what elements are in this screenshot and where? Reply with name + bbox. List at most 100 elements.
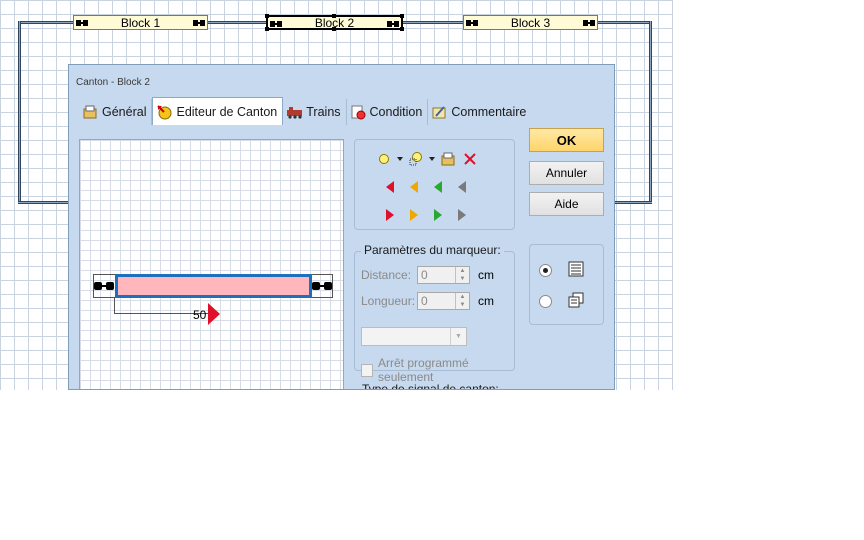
- tab-general[interactable]: Général: [79, 99, 153, 125]
- dialog-title[interactable]: Canton - Block 2: [69, 65, 614, 95]
- distance-value: 0: [421, 268, 428, 282]
- tab-label: Général: [102, 105, 147, 119]
- marker-params-legend: Paramètres du marqueur:: [361, 243, 504, 257]
- track-between-2-3: [402, 21, 464, 24]
- list-view-icon: [568, 261, 584, 280]
- track-bottom-left: [18, 201, 70, 204]
- length-value: 0: [421, 294, 428, 308]
- orange-left-arrow-icon[interactable]: [403, 177, 425, 197]
- spin-down-icon[interactable]: ▼: [456, 301, 469, 309]
- length-unit: cm: [478, 294, 494, 308]
- tool-row-top: [373, 149, 481, 169]
- selection-handle[interactable]: [265, 27, 269, 31]
- length-label: Longueur:: [361, 294, 416, 308]
- view-list-radio[interactable]: [539, 264, 552, 277]
- circle-marker-icon[interactable]: [373, 149, 395, 169]
- view-copies-radio[interactable]: [539, 295, 552, 308]
- marker-flag-icon[interactable]: [208, 303, 220, 328]
- condition-icon: [350, 104, 366, 120]
- track-bottom-right: [614, 201, 652, 204]
- canton-editor-canvas[interactable]: 50: [79, 139, 344, 389]
- spin-down-icon[interactable]: ▼: [456, 275, 469, 283]
- view-copies-option[interactable]: [539, 292, 584, 311]
- selection-handle[interactable]: [332, 27, 336, 31]
- chevron-down-icon[interactable]: [427, 149, 437, 169]
- red-left-arrow-icon[interactable]: [379, 177, 401, 197]
- spin-up-icon[interactable]: ▲: [456, 267, 469, 275]
- tool-row-left-arrows: [379, 177, 473, 197]
- tab-canton-editor[interactable]: Editeur de Canton: [152, 97, 284, 125]
- view-mode-group: [529, 244, 604, 325]
- signal-type-legend: Type de signal de canton:: [359, 382, 502, 389]
- block-1[interactable]: Block 1: [73, 15, 208, 30]
- track-between-1-2: [207, 21, 267, 24]
- select-marker-icon[interactable]: [405, 149, 427, 169]
- distance-spinner[interactable]: 0 ▲ ▼: [417, 266, 470, 284]
- view-list-option[interactable]: [539, 261, 584, 280]
- green-right-arrow-icon[interactable]: [427, 205, 449, 225]
- marker-type-combo[interactable]: ▼: [361, 327, 467, 346]
- canton-bar[interactable]: [115, 274, 312, 298]
- delete-icon[interactable]: [459, 149, 481, 169]
- distance-row: Distance: 0 ▲ ▼ cm: [361, 266, 494, 284]
- gray-right-arrow-icon[interactable]: [451, 205, 473, 225]
- block-2[interactable]: Block 2: [265, 14, 404, 31]
- properties-icon[interactable]: [437, 149, 459, 169]
- tab-condition[interactable]: Condition: [347, 99, 429, 125]
- copies-view-icon: [568, 292, 584, 311]
- tab-strip: Général Editeur de Canton Trains Conditi…: [79, 97, 531, 125]
- length-row: Longueur: 0 ▲ ▼ cm: [361, 292, 494, 310]
- block-3[interactable]: Block 3: [463, 15, 598, 30]
- tab-label: Commentaire: [451, 105, 527, 119]
- trains-icon: [286, 104, 303, 120]
- selection-handle[interactable]: [400, 14, 404, 18]
- track-right-vertical: [649, 21, 652, 204]
- connector-icon: [192, 17, 206, 28]
- red-right-arrow-icon[interactable]: [379, 205, 401, 225]
- chevron-down-icon[interactable]: ▼: [450, 328, 466, 345]
- tool-row-right-arrows: [379, 205, 473, 225]
- scheduled-stop-row[interactable]: Arrêt programmé seulement: [361, 356, 514, 384]
- spinner-arrows[interactable]: ▲ ▼: [455, 267, 469, 283]
- gray-left-arrow-icon[interactable]: [451, 177, 473, 197]
- distance-label: Distance:: [361, 268, 412, 282]
- tab-label: Condition: [369, 105, 423, 119]
- marker-params-group: Paramètres du marqueur: Distance: 0 ▲ ▼ c…: [354, 243, 515, 384]
- connector-icon: [386, 18, 400, 29]
- connector-icon: [312, 282, 332, 290]
- canton-editor-icon: [156, 104, 172, 120]
- chevron-down-icon[interactable]: [395, 149, 405, 169]
- block-label: Block 3: [510, 15, 551, 30]
- canton-dialog: Canton - Block 2 Général Editeur de Cant…: [68, 64, 615, 390]
- general-icon: [82, 104, 98, 120]
- selection-handle[interactable]: [265, 14, 269, 18]
- canton-guide-line: [332, 274, 333, 298]
- scheduled-stop-checkbox[interactable]: [361, 363, 374, 377]
- connector-icon: [582, 17, 596, 28]
- marker-line: [114, 298, 115, 313]
- comment-icon: [431, 104, 447, 120]
- spin-up-icon[interactable]: ▲: [456, 293, 469, 301]
- ok-button[interactable]: OK: [529, 128, 604, 152]
- help-button[interactable]: Aide: [529, 192, 604, 216]
- orange-right-arrow-icon[interactable]: [403, 205, 425, 225]
- track-top-left: [18, 21, 74, 24]
- length-spinner[interactable]: 0 ▲ ▼: [417, 292, 470, 310]
- distance-unit: cm: [478, 268, 494, 282]
- track-left-vertical: [18, 21, 21, 204]
- cancel-button[interactable]: Annuler: [529, 161, 604, 185]
- connector-icon: [94, 282, 114, 290]
- selection-handle[interactable]: [400, 27, 404, 31]
- block-label: Block 1: [120, 15, 161, 30]
- selection-handle[interactable]: [332, 14, 336, 18]
- tab-trains[interactable]: Trains: [283, 99, 347, 125]
- tab-comment[interactable]: Commentaire: [428, 99, 531, 125]
- tab-label: Trains: [306, 105, 341, 119]
- connector-icon: [75, 17, 89, 28]
- connector-icon: [269, 18, 283, 29]
- connector-icon: [465, 17, 479, 28]
- track-top-right: [598, 21, 652, 24]
- tab-label: Editeur de Canton: [176, 104, 278, 119]
- spinner-arrows[interactable]: ▲ ▼: [455, 293, 469, 309]
- green-left-arrow-icon[interactable]: [427, 177, 449, 197]
